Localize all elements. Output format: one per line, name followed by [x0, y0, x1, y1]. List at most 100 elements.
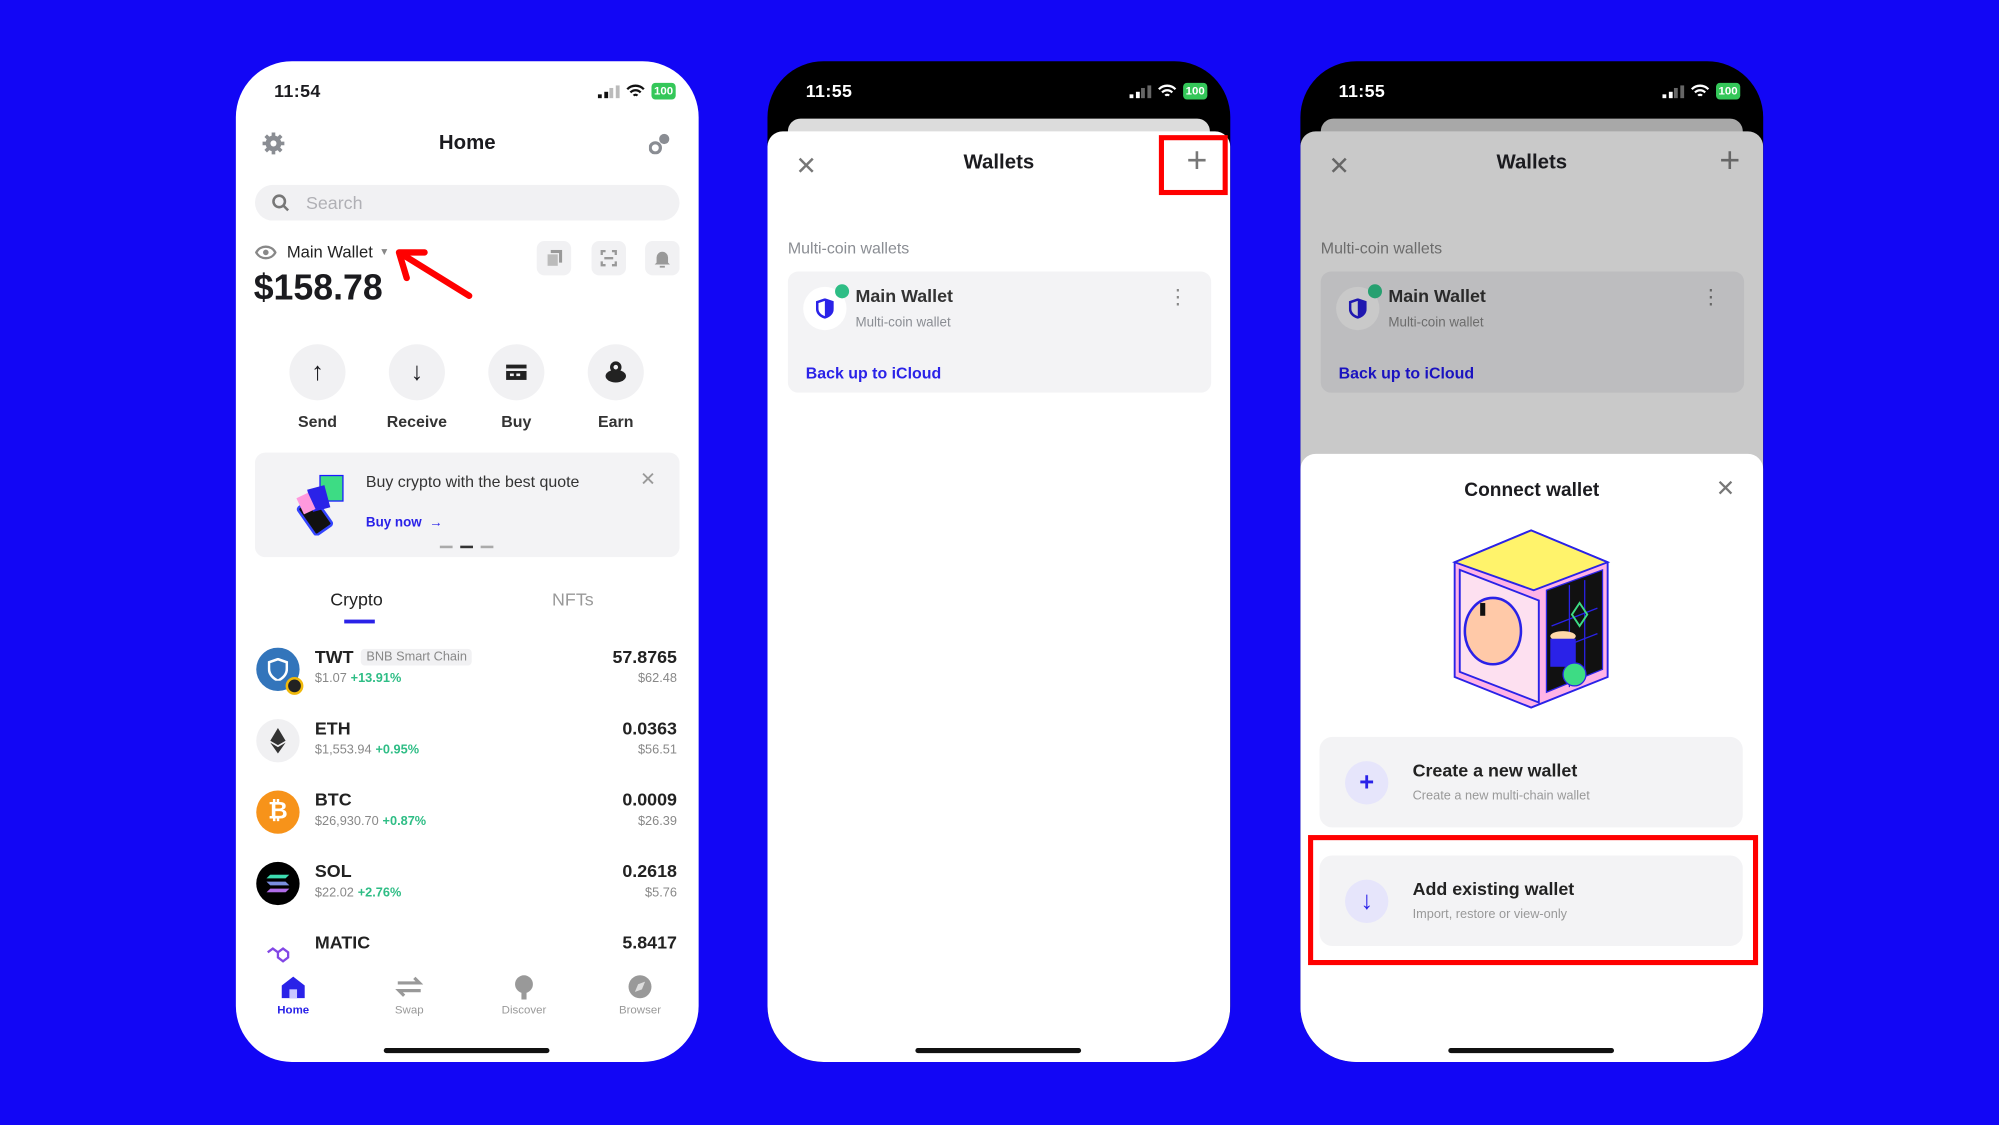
asset-amount: 57.8765 — [612, 647, 677, 667]
asset-row-matic[interactable]: MATIC 5.8417 — [236, 931, 699, 964]
check-badge-icon — [1367, 284, 1382, 299]
piggy-icon — [605, 361, 626, 383]
shield-icon — [1336, 284, 1382, 331]
backup-icloud-link[interactable]: Back up to iCloud — [806, 365, 941, 383]
copy-icon[interactable] — [536, 240, 572, 276]
btc-icon: ₿ — [256, 790, 300, 834]
asset-price: $1,553.94 +0.95% — [314, 743, 420, 758]
discover-icon — [479, 974, 568, 1000]
option-title: Create a new wallet — [1412, 759, 1578, 781]
safe-illustration — [1452, 529, 1611, 709]
wifi-icon — [1690, 84, 1710, 98]
asset-value: $62.48 — [637, 671, 677, 686]
connect-wallet-screen: 11:55 100 ✕ Wallets + Multi-coin wallets… — [1300, 61, 1764, 1062]
send-button[interactable]: ↑ — [289, 344, 346, 401]
search-placeholder: Search — [305, 192, 363, 213]
status-time: 11:55 — [805, 80, 853, 101]
home-indicator — [383, 1047, 550, 1054]
asset-symbol: ETH — [314, 717, 351, 739]
wallet-card[interactable]: Main Wallet Multi-coin wallet ⋮ Back up … — [1320, 271, 1745, 393]
receive-label: Receive — [386, 413, 448, 431]
asset-value: $56.51 — [637, 743, 677, 758]
balance: $158.78 — [253, 267, 383, 308]
connect-wallet-sheet: Connect wallet ✕ + Create a new wallet C… — [1300, 453, 1764, 1062]
sol-icon — [256, 861, 300, 906]
asset-symbol: SOL — [314, 860, 352, 881]
wallet-name: Main Wallet — [1388, 285, 1486, 306]
asset-row-twt[interactable]: TWT BNB Smart Chain $1.07 +13.91% 57.8765 … — [236, 647, 699, 719]
more-options-icon[interactable]: ⋮ — [1168, 287, 1188, 307]
matic-icon — [256, 933, 299, 964]
status-icons: 100 — [1663, 82, 1741, 100]
arrow-up-icon: ↑ — [311, 357, 324, 386]
eye-icon[interactable] — [254, 244, 277, 267]
arrow-right-icon: → — [429, 515, 443, 531]
walletconnect-icon[interactable] — [648, 133, 671, 161]
eth-icon — [256, 719, 300, 763]
chain-badge: BNB Smart Chain — [361, 648, 473, 666]
asset-row-sol[interactable]: SOL $22.02 +2.76% 0.2618 $5.76 — [236, 860, 699, 933]
asset-symbol: MATIC — [314, 931, 371, 953]
asset-symbol: BTC — [314, 789, 352, 810]
wallets-sheet: ✕ Wallets + Multi-coin wallets Main Wall… — [767, 131, 1231, 1062]
tab-underline — [344, 619, 375, 624]
nav-home[interactable]: Home — [249, 974, 338, 1016]
receive-button[interactable]: ↓ — [388, 344, 445, 401]
section-label: Multi-coin wallets — [1320, 239, 1443, 258]
asset-value: $26.39 — [637, 814, 677, 829]
compass-icon — [595, 974, 684, 999]
sheet-title: Wallets — [1496, 151, 1568, 174]
asset-row-eth[interactable]: ETH $1,553.94 +0.95% 0.0363 $56.51 — [236, 717, 699, 790]
wallet-name: Main Wallet — [855, 285, 953, 306]
swap-icon — [365, 974, 454, 999]
buy-now-label: Buy now — [365, 515, 422, 531]
plus-icon: + — [1719, 140, 1741, 180]
wifi-icon — [626, 84, 645, 98]
asset-amount: 0.2618 — [622, 860, 677, 881]
card-icon — [506, 364, 527, 380]
nav-browser[interactable]: Browser — [595, 974, 684, 1016]
asset-price: $26,930.70 +0.87% — [314, 814, 427, 829]
wifi-icon — [1158, 84, 1177, 98]
wallet-name: Main Wallet — [286, 242, 373, 262]
tab-nfts[interactable]: NFTs — [552, 589, 594, 609]
wallet-selector[interactable]: Main Wallet ▼ — [287, 242, 389, 261]
close-icon[interactable]: ✕ — [1716, 476, 1735, 503]
close-icon[interactable]: ✕ — [640, 468, 656, 491]
scan-icon[interactable] — [591, 240, 626, 276]
asset-amount: 0.0009 — [622, 789, 677, 810]
promo-banner[interactable]: Buy crypto with the best quote Buy now → … — [254, 452, 680, 558]
more-options-icon[interactable]: ⋮ — [1701, 287, 1721, 307]
signal-icon — [1663, 84, 1685, 98]
asset-symbol: TWT BNB Smart Chain — [315, 648, 473, 667]
asset-amount: 0.0363 — [622, 717, 677, 739]
wallet-card[interactable]: Main Wallet Multi-coin wallet ⋮ Back up … — [787, 271, 1212, 393]
wallet-type: Multi-coin wallet — [855, 314, 951, 331]
signal-icon — [598, 84, 620, 98]
create-wallet-option[interactable]: + Create a new wallet Create a new multi… — [1319, 736, 1743, 828]
wallets-screen: 11:55 100 ✕ Wallets + Multi-coin wallets… — [767, 61, 1231, 1062]
battery-icon: 100 — [1183, 82, 1208, 100]
signal-icon — [1130, 84, 1152, 98]
nav-swap[interactable]: Swap — [365, 974, 454, 1016]
buy-now-link[interactable]: Buy now → — [366, 515, 443, 530]
section-label: Multi-coin wallets — [787, 239, 910, 258]
wallet-type: Multi-coin wallet — [1388, 314, 1484, 331]
status-time: 11:54 — [274, 80, 321, 101]
search-input[interactable]: Search — [254, 184, 680, 221]
twt-icon — [256, 647, 304, 695]
earn-button[interactable] — [587, 344, 644, 401]
battery-icon: 100 — [1715, 82, 1741, 100]
nav-discover[interactable]: Discover — [479, 974, 568, 1016]
highlight-box-annotation — [1308, 835, 1759, 966]
home-icon — [249, 974, 338, 999]
bell-icon[interactable] — [645, 240, 680, 276]
backup-icloud-link[interactable]: Back up to iCloud — [1339, 365, 1474, 383]
buy-button[interactable] — [488, 344, 545, 401]
add-wallet-button[interactable]: + — [1719, 140, 1741, 180]
asset-row-btc[interactable]: ₿ BTC $26,930.70 +0.87% 0.0009 $26.39 — [236, 789, 699, 861]
send-label: Send — [297, 413, 337, 431]
carousel-dots — [439, 545, 494, 548]
home-indicator — [915, 1047, 1082, 1054]
tab-crypto[interactable]: Crypto — [330, 589, 383, 609]
